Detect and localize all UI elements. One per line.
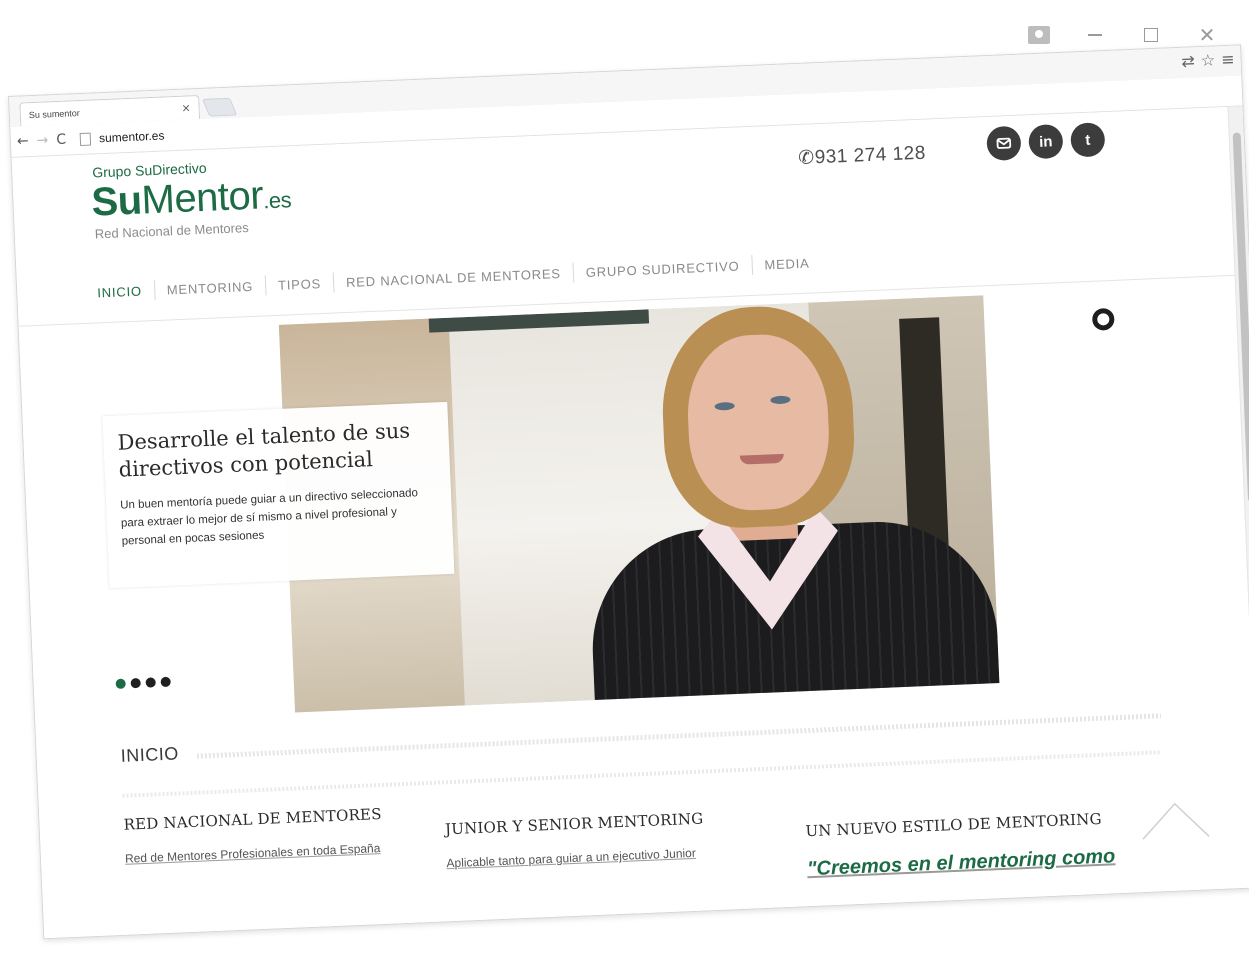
mail-button[interactable]: [986, 125, 1022, 162]
close-icon: ✕: [1198, 23, 1216, 47]
slider-dot[interactable]: [145, 677, 156, 688]
feature-link[interactable]: Aplicable tanto para guiar a un ejecutiv…: [446, 843, 766, 870]
tab-title: Su sumentor: [28, 107, 80, 120]
nav-divider: [153, 280, 156, 301]
slider-dot[interactable]: [160, 676, 171, 688]
back-icon[interactable]: ←: [17, 133, 29, 149]
nav-divider: [264, 275, 267, 296]
hero-caption: Desarrolle el talento de sus directivos …: [102, 401, 455, 589]
feature-column: RED NACIONAL DE MENTORES Red de Mentores…: [123, 802, 445, 866]
hero-title: Desarrolle el talento de sus directivos …: [117, 418, 411, 482]
browser-window: Su sumentor × ⇄ ☆ ≡ ← → C sumentor.es Gr…: [8, 44, 1249, 940]
scroll-to-top-icon[interactable]: [1140, 798, 1212, 841]
minimize-button[interactable]: [1067, 18, 1123, 52]
main-navigation: INICIO MENTORING TIPOS RED NACIONAL DE M…: [97, 253, 810, 303]
feature-quote: "Creemos en el mentoring como: [806, 845, 1116, 881]
feature-heading: UN NUEVO ESTILO DE MENTORING: [805, 809, 1103, 841]
minimize-icon: [1088, 34, 1102, 36]
logo-su: Su: [90, 178, 143, 225]
section-title: INICIO: [120, 743, 180, 766]
section-divider: [122, 750, 1162, 798]
bookmark-star-icon[interactable]: ☆: [1200, 50, 1215, 70]
logo-mentor: Mentor: [140, 173, 264, 223]
tab-close-icon[interactable]: ×: [181, 101, 191, 114]
slider-dot[interactable]: [115, 678, 126, 690]
user-icon: [1028, 26, 1050, 44]
page-icon: [79, 132, 92, 146]
maximize-icon: [1144, 28, 1158, 42]
linkedin-icon: in: [1038, 132, 1053, 151]
linkedin-button[interactable]: in: [1028, 123, 1064, 160]
nav-divider: [750, 254, 753, 276]
phone-number[interactable]: ✆931 274 128: [798, 142, 926, 170]
nav-item-mentoring[interactable]: MENTORING: [166, 278, 253, 297]
section-divider: [196, 713, 1162, 759]
hero-text: Un buen mentoría puede guiar a un direct…: [119, 486, 419, 548]
twitter-icon: t: [1084, 131, 1091, 149]
profile-button[interactable]: [1011, 18, 1067, 52]
feature-column: UN NUEVO ESTILO DE MENTORING "Creemos en…: [805, 809, 1127, 881]
twitter-button[interactable]: t: [1070, 122, 1106, 158]
url-field[interactable]: sumentor.es: [99, 128, 165, 145]
translate-icon[interactable]: ⇄: [1181, 51, 1195, 71]
feature-column: JUNIOR Y SENIOR MENTORING Aplicable tant…: [444, 807, 767, 871]
nav-item-tipos[interactable]: TIPOS: [278, 276, 322, 293]
feature-heading: RED NACIONAL DE MENTORES: [123, 804, 382, 834]
nav-item-media[interactable]: MEDIA: [764, 255, 810, 272]
new-tab-button[interactable]: [202, 97, 238, 117]
nav-item-red-nacional[interactable]: RED NACIONAL DE MENTORES: [346, 266, 561, 290]
reload-icon[interactable]: C: [56, 132, 66, 148]
slider-dot[interactable]: [130, 677, 141, 689]
nav-item-grupo-sudirectivo[interactable]: GRUPO SUDIRECTIVO: [585, 258, 739, 279]
nav-divider: [572, 262, 575, 283]
mail-icon: [996, 137, 1012, 149]
forward-icon[interactable]: →: [36, 132, 48, 148]
site-logo[interactable]: SuMentor.es: [90, 173, 292, 225]
logo-es: .es: [262, 187, 292, 214]
browser-actions: ⇄ ☆ ≡: [1181, 50, 1235, 71]
feature-heading: JUNIOR Y SENIOR MENTORING: [444, 809, 704, 839]
menu-icon[interactable]: ≡: [1221, 50, 1235, 70]
slider-loader-icon: [1091, 307, 1115, 331]
nav-divider: [332, 272, 335, 293]
nav-item-inicio[interactable]: INICIO: [97, 283, 142, 300]
feature-link[interactable]: Red de Mentores Profesionales en toda Es…: [125, 838, 445, 866]
slider-dots: [115, 676, 171, 690]
social-links: in t: [986, 122, 1106, 162]
page-viewport: Grupo SuDirectivo SuMentor.es Red Nacion…: [11, 106, 1249, 939]
